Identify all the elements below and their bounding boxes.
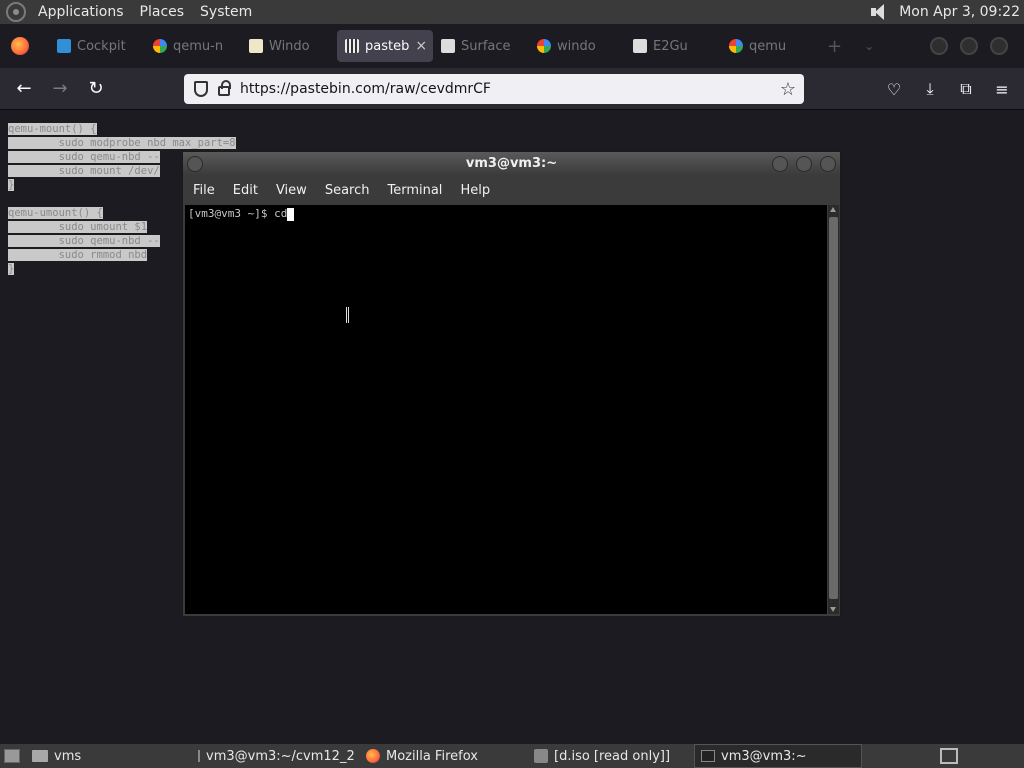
chevron-down-icon[interactable]: ⌄ <box>864 39 874 53</box>
menu-applications[interactable]: Applications <box>30 0 132 24</box>
lock-icon[interactable] <box>218 80 231 96</box>
pastebin-icon <box>345 39 359 53</box>
terminal-titlebar[interactable]: vm3@vm3:~ <box>183 152 840 176</box>
tab-e2gu[interactable]: E2Gu <box>625 30 721 62</box>
firefox-icon <box>366 749 380 763</box>
download-icon[interactable]: ⤓ <box>916 79 944 99</box>
tab-windo[interactable]: Windo <box>241 30 337 62</box>
taskbar-item-terminal-active[interactable]: vm3@vm3:~ <box>694 744 862 768</box>
taskbar-label: vms <box>54 748 82 764</box>
show-desktop-button[interactable] <box>0 744 26 768</box>
scroll-up-icon[interactable] <box>830 207 836 212</box>
text-cursor <box>287 207 295 221</box>
workspace-icon <box>940 748 958 764</box>
hamburger-menu-icon[interactable]: ≡ <box>988 80 1016 99</box>
close-window-icon[interactable] <box>990 37 1008 55</box>
minimize-window-icon[interactable] <box>930 37 948 55</box>
folder-icon <box>32 750 48 762</box>
tab-label: Cockpit <box>77 38 126 54</box>
clock[interactable]: Mon Apr 3, 09:22 <box>899 4 1020 20</box>
taskbar-item-diso[interactable]: [d.iso [read only]] <box>528 744 694 768</box>
browser-tab-bar: Cockpit qemu-n Windo pasteb × Surface win… <box>0 24 1024 68</box>
maximize-window-icon[interactable] <box>960 37 978 55</box>
scroll-down-icon[interactable] <box>830 607 836 612</box>
menu-view[interactable]: View <box>266 183 315 198</box>
monitor-icon <box>57 39 71 53</box>
shell-input[interactable]: cd <box>274 207 287 220</box>
terminal-menubar: File Edit View Search Terminal Help <box>183 176 840 204</box>
google-icon <box>537 39 551 53</box>
disk-icon <box>534 749 548 763</box>
url-text[interactable]: https://pastebin.com/raw/cevdmrCF <box>240 81 491 97</box>
menu-edit[interactable]: Edit <box>223 183 266 198</box>
shield-icon[interactable] <box>194 81 208 97</box>
google-icon <box>153 39 167 53</box>
forward-arrow-icon[interactable]: → <box>42 73 78 105</box>
taskbar-label: vm3@vm3:~ <box>721 748 807 764</box>
menu-help[interactable]: Help <box>450 183 498 198</box>
google-icon <box>729 39 743 53</box>
tab-pastebin[interactable]: pasteb × <box>337 30 433 62</box>
address-bar[interactable]: https://pastebin.com/raw/cevdmrCF ☆ <box>184 74 804 104</box>
new-tab-icon[interactable]: + <box>827 36 842 57</box>
menu-file[interactable]: File <box>183 183 223 198</box>
taskbar-item-terminal-cvm12[interactable]: vm3@vm3:~/cvm12_2 <box>192 744 360 768</box>
tab-surface[interactable]: Surface <box>433 30 529 62</box>
menu-system[interactable]: System <box>192 0 260 24</box>
bank-icon <box>633 39 647 53</box>
mouse-ibeam-cursor-icon <box>346 307 349 323</box>
minimize-window-icon[interactable] <box>772 156 788 172</box>
bottom-panel: vms vm3@vm3:~/cvm12_2 Mozilla Firefox [d… <box>0 744 1024 768</box>
top-panel: Applications Places System Mon Apr 3, 09… <box>0 0 1024 24</box>
paste-line: qemu-mount() { <box>8 123 97 135</box>
taskbar-label: Mozilla Firefox <box>386 748 478 764</box>
taskbar-item-firefox[interactable]: Mozilla Firefox <box>360 744 528 768</box>
workspace-switcher[interactable] <box>934 744 1024 768</box>
window-menu-icon[interactable] <box>187 156 203 172</box>
menu-places[interactable]: Places <box>132 0 193 24</box>
close-tab-icon[interactable]: × <box>415 38 427 54</box>
back-arrow-icon[interactable]: ← <box>6 73 42 105</box>
tab-windo-google[interactable]: windo <box>529 30 625 62</box>
tab-label: windo <box>557 38 596 54</box>
ba-icon <box>249 39 263 53</box>
tab-label: Surface <box>461 38 511 54</box>
show-desktop-icon <box>4 749 20 763</box>
tab-label: qemu <box>749 38 787 54</box>
taskbar-item-vms[interactable]: vms <box>26 744 192 768</box>
shell-prompt: [vm3@vm3 ~]$ <box>188 207 275 220</box>
terminal-scrollbar[interactable] <box>828 205 839 614</box>
close-window-icon[interactable] <box>820 156 836 172</box>
taskbar-label: vm3@vm3:~/cvm12_2 <box>206 748 355 764</box>
reload-icon[interactable]: ↻ <box>78 73 114 105</box>
taskbar-label: [d.iso [read only]] <box>554 748 671 764</box>
gnome-foot-icon[interactable] <box>6 2 26 22</box>
firefox-view-icon[interactable] <box>11 37 29 55</box>
terminal-window[interactable]: vm3@vm3:~ File Edit View Search Terminal… <box>182 151 841 617</box>
menu-search[interactable]: Search <box>315 183 378 198</box>
maximize-window-icon[interactable] <box>796 156 812 172</box>
terminal-title: vm3@vm3:~ <box>465 156 558 171</box>
tab-label: qemu-n <box>173 38 224 54</box>
tab-qemu-n[interactable]: qemu-n <box>145 30 241 62</box>
scrollbar-thumb[interactable] <box>829 217 838 599</box>
terminal-icon <box>701 750 715 762</box>
terminal-icon <box>198 750 200 762</box>
tab-label: Windo <box>269 38 310 54</box>
bank-icon <box>441 39 455 53</box>
bookmark-star-icon[interactable]: ☆ <box>780 79 796 100</box>
tab-label: pasteb <box>365 38 410 54</box>
terminal-output[interactable]: [vm3@vm3 ~]$ cd <box>185 205 827 614</box>
paste-line: sudo modprobe nbd max_part=8 <box>8 137 236 149</box>
pocket-icon[interactable]: ♡ <box>880 80 908 99</box>
menu-terminal[interactable]: Terminal <box>377 183 450 198</box>
tab-cockpit[interactable]: Cockpit <box>49 30 145 62</box>
volume-icon[interactable] <box>869 3 889 21</box>
tab-label: E2Gu <box>653 38 688 54</box>
extensions-icon[interactable]: ⧉ <box>952 79 980 99</box>
tab-qemu[interactable]: qemu <box>721 30 817 62</box>
browser-nav-bar: ← → ↻ https://pastebin.com/raw/cevdmrCF … <box>0 68 1024 110</box>
